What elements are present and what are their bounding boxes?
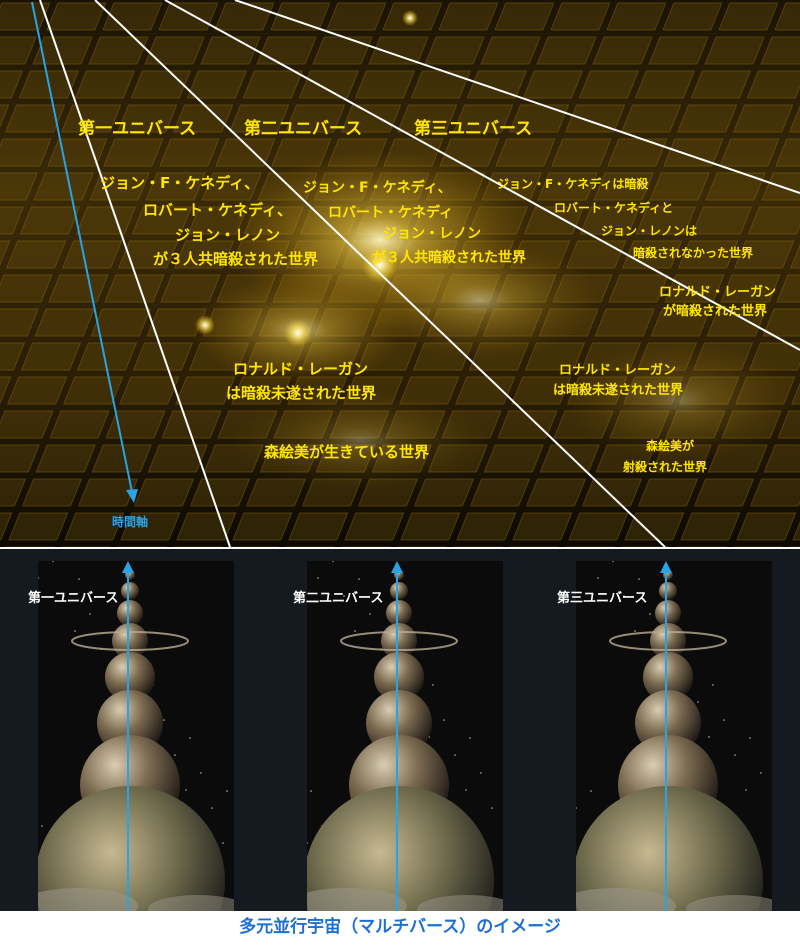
universe-header-2: 第二ユニバース bbox=[244, 118, 362, 139]
u1-event: ロバート・ケネディ、 bbox=[143, 201, 292, 219]
universe-panel-3 bbox=[576, 561, 772, 911]
planet bbox=[117, 600, 143, 626]
star bbox=[222, 842, 224, 844]
star bbox=[89, 613, 91, 615]
star bbox=[491, 807, 493, 809]
star bbox=[174, 754, 176, 756]
star bbox=[74, 630, 76, 632]
universe-headers: 第一ユニバース 第二ユニバース 第三ユニバース bbox=[78, 118, 532, 139]
star bbox=[443, 719, 445, 721]
universe-panel-2 bbox=[307, 561, 503, 911]
planet bbox=[121, 582, 139, 600]
planet bbox=[659, 582, 677, 600]
universe-image-strip: 第一ユニバース 第二ユニバース 第三ユニバース bbox=[0, 549, 800, 911]
u3-event: が暗殺された世界 bbox=[663, 303, 767, 319]
u3-event: ロナルド・レーガン bbox=[659, 285, 776, 300]
universe-panel-1 bbox=[38, 561, 234, 911]
star bbox=[432, 684, 434, 686]
u3-event: 暗殺されなかった世界 bbox=[633, 245, 753, 260]
u1-event: は暗殺未遂された世界 bbox=[226, 384, 376, 402]
star bbox=[590, 790, 592, 792]
multiverse-timeline-diagram: 時間軸 第一ユニバース 第二ユニバース 第三ユニバース ジョン・F・ケネディ、 … bbox=[0, 0, 800, 547]
time-axis-label: 時間軸 bbox=[112, 514, 148, 529]
u1-event: 森絵美が生きている世界 bbox=[264, 443, 429, 461]
u3-event: ジョン・レノンは bbox=[601, 224, 697, 238]
star bbox=[41, 825, 43, 827]
universe-panel-label: 第二ユニバース bbox=[293, 591, 384, 606]
star bbox=[465, 789, 467, 791]
planet bbox=[390, 582, 408, 600]
star bbox=[211, 807, 213, 809]
star bbox=[734, 754, 736, 756]
star bbox=[749, 737, 751, 739]
figure-caption: 多元並行宇宙（マルチバース）のイメージ bbox=[0, 911, 800, 947]
star bbox=[638, 578, 640, 580]
star bbox=[454, 754, 456, 756]
planet-stack-illustration bbox=[38, 561, 234, 911]
star bbox=[745, 789, 747, 791]
u3-event: ロバート・ケネディと bbox=[554, 200, 673, 215]
star bbox=[760, 772, 762, 774]
star bbox=[200, 772, 202, 774]
star bbox=[310, 790, 312, 792]
universe-header-3: 第三ユニバース bbox=[414, 118, 532, 139]
universe-panel-label: 第一ユニバース bbox=[28, 591, 119, 606]
u3-event: 森絵美が bbox=[646, 438, 694, 453]
planet-stack-illustration bbox=[307, 561, 503, 911]
u2-event: が３人共暗殺された世界 bbox=[372, 249, 527, 266]
star bbox=[723, 719, 725, 721]
star bbox=[358, 578, 360, 580]
u1-event: が３人共暗殺された世界 bbox=[153, 250, 318, 268]
planet bbox=[386, 600, 412, 626]
star bbox=[317, 577, 319, 579]
u2-event: は暗殺未遂された世界 bbox=[553, 382, 683, 398]
u2-event: ロバート・ケネディ bbox=[328, 204, 453, 221]
u1-event: ロナルド・レーガン bbox=[233, 360, 368, 378]
star bbox=[697, 701, 699, 703]
star bbox=[712, 684, 714, 686]
u1-event: ジョン・レノン bbox=[175, 226, 280, 244]
star bbox=[185, 789, 187, 791]
u3-event: 射殺された世界 bbox=[622, 459, 707, 474]
star bbox=[480, 772, 482, 774]
u3-event: ジョン・F・ケネディは暗殺 bbox=[497, 176, 649, 191]
universe-header-1: 第一ユニバース bbox=[78, 118, 196, 139]
star bbox=[354, 630, 356, 632]
star bbox=[78, 578, 80, 580]
u2-event: ジョン・F・ケネディ、 bbox=[303, 179, 452, 196]
star bbox=[597, 577, 599, 579]
star bbox=[634, 630, 636, 632]
star bbox=[189, 737, 191, 739]
u2-event: ジョン・レノン bbox=[383, 226, 481, 242]
star bbox=[369, 613, 371, 615]
star bbox=[163, 719, 165, 721]
u1-event: ジョン・F・ケネディ、 bbox=[100, 174, 259, 192]
star bbox=[469, 737, 471, 739]
star bbox=[226, 790, 228, 792]
star bbox=[649, 613, 651, 615]
u2-event: ロナルド・レーガン bbox=[559, 363, 676, 378]
planet bbox=[655, 600, 681, 626]
star bbox=[708, 736, 710, 738]
planet-stack-illustration bbox=[576, 561, 772, 911]
universe-panel-label: 第三ユニバース bbox=[557, 591, 648, 606]
